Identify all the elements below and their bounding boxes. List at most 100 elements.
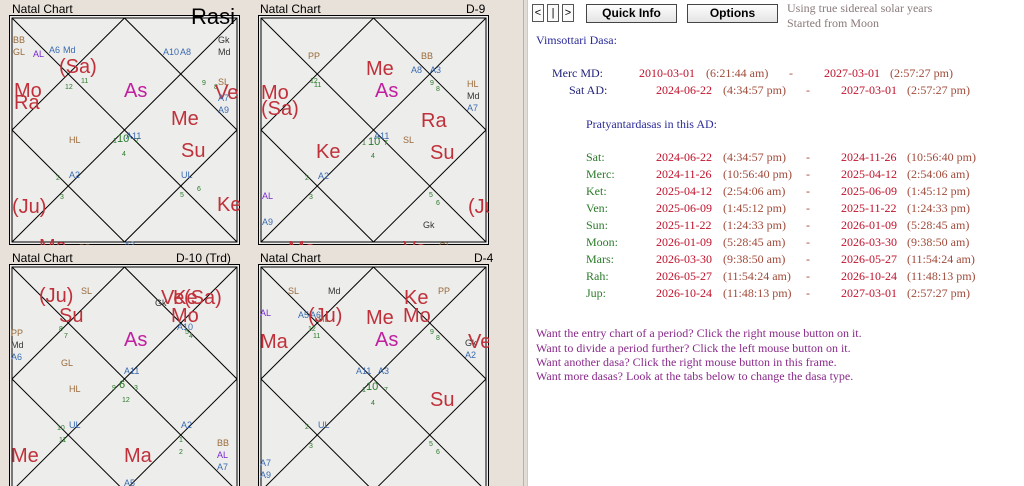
chart-label: 11 (313, 333, 320, 340)
chart-label: UL (318, 420, 330, 430)
pd-label: Mars: (586, 252, 614, 266)
chart-label: A9 (262, 217, 273, 227)
chart-label: A8 (180, 47, 191, 57)
chart-label: 10 (117, 133, 129, 145)
pd-row[interactable]: Ven: 2025-06-09 (1:45:12 pm) - 2025-11-2… (528, 201, 1024, 217)
pd-dash: - (806, 252, 810, 266)
navamsa-chart[interactable]: PPMeBBA8 A3Mo(Sa)1211 98As HLMdA7A11 SLRaKe 1… (258, 15, 489, 245)
quick-info-button[interactable]: Quick Info (586, 4, 677, 23)
pd-row[interactable]: Ket: 2025-04-12 (2:54:06 am) - 2025-06-0… (528, 184, 1024, 200)
charts-panel: Natal Chart BB GL AL A6 Md (Sa) 12 11 Mo Ra As A10 A… (0, 0, 523, 486)
chart-title: Natal Chart (12, 2, 73, 16)
pd-start-time: (10:56:40 pm) (723, 167, 792, 181)
pd-row[interactable]: Moon: 2026-01-09 (5:28:45 am) - 2026-03-… (528, 235, 1024, 251)
chart-label: 12 (122, 397, 130, 404)
md-row[interactable]: Merc MD: 2010-03-01 (6:21:44 am) - 2027-… (528, 66, 1024, 82)
chart-label: 1 (179, 437, 183, 444)
options-button[interactable]: Options (687, 4, 778, 23)
chart-label: Mo (403, 305, 431, 327)
pd-end-time: (1:24:33 pm) (907, 201, 970, 215)
chart-label: 6 (436, 200, 440, 207)
chart-label: A9 (218, 105, 229, 115)
pd-label: Moon: (586, 235, 619, 249)
pd-label: Sun: (586, 218, 609, 232)
pd-dash: - (806, 218, 810, 232)
pd-label: Sat: (586, 150, 605, 164)
chart-label: 2 (179, 449, 183, 456)
ad-end-time: (2:57:27 pm) (907, 83, 970, 97)
pd-row[interactable]: Jup: 2026-10-24 (11:48:13 pm) - 2027-03-… (528, 286, 1024, 302)
hint-text: Want the entry chart of a period? Click … (536, 326, 862, 340)
hint-text: Want another dasa? Click the right mouse… (536, 355, 837, 369)
chart-label: (Sa) (261, 98, 299, 120)
pd-end-time: (11:54:24 am) (907, 252, 975, 266)
chart-division-label: D-9 (466, 2, 486, 16)
chart-label: 7 (384, 140, 388, 147)
chart-label: 9 (430, 80, 434, 87)
chart-label: Md (63, 45, 76, 55)
chart-label: 3 (309, 194, 313, 201)
chart-label: 9 (112, 385, 116, 392)
chart-label: A7 (260, 458, 271, 468)
chart-label: 11 (81, 78, 88, 85)
chart-label: Su (59, 305, 83, 327)
chart-label: PP (308, 51, 320, 61)
chart-frame (258, 264, 489, 486)
chart-label: Ke (316, 141, 340, 163)
ad-start-time: (4:34:57 pm) (723, 83, 786, 97)
chart-label: 3 (309, 443, 313, 450)
pd-row[interactable]: Rah: 2026-05-27 (11:54:24 am) - 2026-10-… (528, 269, 1024, 285)
chart-label: 4 (371, 153, 375, 160)
prev-button[interactable]: < (532, 4, 544, 22)
chart-label: GL (13, 47, 25, 57)
chart-label: As (124, 329, 147, 351)
chart-label: A7 (217, 462, 228, 472)
ad-end-date: 2027-03-01 (841, 83, 897, 97)
chart-label: BB (217, 438, 229, 448)
chart-label: Md (11, 340, 24, 350)
dasa-heading: Vimsottari Dasa: (536, 33, 617, 47)
chart-division-label: D-10 (Trd) (176, 251, 231, 265)
pd-end-time: (2:54:06 am) (907, 167, 970, 181)
chart-label: Ve (403, 238, 426, 245)
chart-label: SL (81, 286, 92, 296)
hint-text: Want more dasas? Look at the tabs below … (536, 369, 854, 383)
pd-heading: Pratyantardasas in this AD: (586, 117, 717, 131)
next-button[interactable]: > (562, 4, 574, 22)
dasa-panel[interactable]: < | > Quick Info Options Using true side… (528, 0, 1024, 486)
pd-start-date: 2026-03-30 (656, 252, 712, 266)
chart-label: 9 (430, 329, 434, 336)
chart-label: 3 (134, 385, 138, 392)
pd-start-time: (2:54:06 am) (723, 184, 786, 198)
chart-label: 12 (65, 84, 73, 91)
pd-label: Ven: (586, 201, 608, 215)
chart-label: As (375, 329, 398, 351)
chart-label: 4 (189, 333, 193, 340)
chart-label: Me (366, 307, 394, 329)
pd-dash: - (806, 150, 810, 164)
md-start-time: (6:21:44 am) (706, 66, 769, 80)
pd-dash: - (806, 269, 810, 283)
separator-button[interactable]: | (547, 4, 559, 22)
pd-row[interactable]: Mars: 2026-03-30 (9:38:50 am) - 2026-05-… (528, 252, 1024, 268)
chart-label: 8 (436, 86, 440, 93)
pd-label: Rah: (586, 269, 609, 283)
chaturthamsa-chart[interactable]: SL Md Ke PPAL A5 A6(Ju)HL Me MoMa121198As GkA2Ve… (258, 264, 489, 486)
chart-label: As (375, 80, 398, 102)
chart-label: Md (218, 47, 231, 57)
rasi-chart[interactable]: BBGL AL A6 Md(Sa)1211MoRaAsA10 A898GkMdVeSLA… (9, 15, 240, 245)
pd-row[interactable]: Sun: 2025-11-22 (1:24:33 pm) - 2026-01-0… (528, 218, 1024, 234)
chart-label: 6 (119, 379, 125, 391)
chart-label: 8 (436, 335, 440, 342)
pd-end-date: 2024-11-26 (841, 150, 897, 164)
pd-row[interactable]: Sat: 2024-06-22 (4:34:57 pm) - 2024-11-2… (528, 150, 1024, 166)
dasamsa-chart[interactable]: (Ju) SLSuPPMdA687GLAsVeKe(Sa)MoGkA1054A11… (9, 264, 240, 486)
pd-row[interactable]: Merc: 2024-11-26 (10:56:40 pm) - 2025-04… (528, 167, 1024, 183)
pd-start-date: 2024-11-26 (656, 167, 712, 181)
chart-label: 2 (305, 424, 309, 431)
pd-end-date: 2025-11-22 (841, 201, 897, 215)
chart-label: SL (403, 135, 414, 145)
ad-row[interactable]: Sat AD: 2024-06-22 (4:34:57 pm) - 2027-0… (528, 83, 1024, 99)
chart-overlay-label: Rasi (191, 4, 236, 29)
chart-label: Su (181, 140, 205, 162)
